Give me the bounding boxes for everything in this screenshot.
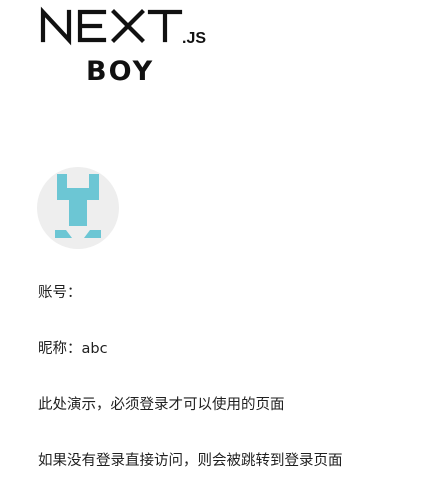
account-label: 账号： [38,285,82,301]
logo-subtitle: BOY [86,56,154,87]
logo-suffix: .JS [182,30,206,47]
redirect-note: 如果没有登录直接访问，则会被跳转到登录页面 [38,453,343,469]
account-row: 账号： [38,283,82,303]
nickname-label: 昵称： [38,341,82,357]
nickname-value: abc [81,341,108,357]
identicon-avatar-icon [55,174,101,238]
demo-note: 此处演示，必须登录才可以使用的页面 [38,397,285,413]
site-logo[interactable]: .JS BOY [40,6,230,90]
nickname-row: 昵称：abc [38,339,108,359]
avatar [37,167,119,249]
nextjs-boy-logo-icon: .JS BOY [40,6,206,87]
